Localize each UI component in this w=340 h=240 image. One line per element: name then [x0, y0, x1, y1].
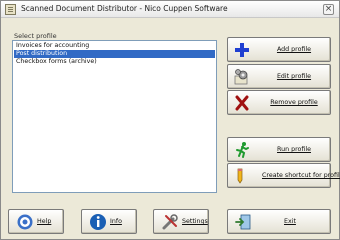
- settings-button[interactable]: Settings: [153, 209, 209, 234]
- list-item[interactable]: Checkbox forms (archive): [14, 58, 215, 66]
- create-shortcut-button[interactable]: Create shortcut for profile: [227, 163, 340, 188]
- edit-profile-label: Edit profile: [276, 73, 312, 80]
- info-button[interactable]: Info: [81, 209, 137, 234]
- x-icon: [235, 95, 249, 111]
- application-window: Scanned Document Distributor - Nico Cupp…: [0, 0, 340, 240]
- info-label: Info: [110, 218, 122, 225]
- remove-profile-button[interactable]: Remove profile: [227, 90, 331, 115]
- title-bar[interactable]: Scanned Document Distributor - Nico Cupp…: [1, 1, 339, 18]
- settings-label: Settings: [182, 218, 208, 225]
- run-profile-button[interactable]: Run profile: [227, 137, 331, 162]
- info-icon: [90, 214, 106, 230]
- profile-list[interactable]: Invoices for accounting Post distributio…: [12, 40, 217, 193]
- settings-icon: [162, 214, 178, 230]
- edit-gear-icon: [234, 69, 248, 85]
- window-title: Scanned Document Distributor - Nico Cupp…: [21, 4, 228, 13]
- list-item[interactable]: Invoices for accounting: [14, 42, 215, 50]
- close-button[interactable]: ×: [323, 4, 334, 15]
- exit-label: Exit: [284, 218, 296, 225]
- app-icon: [5, 4, 16, 15]
- add-profile-label: Add profile: [276, 46, 312, 53]
- create-shortcut-label: Create shortcut for profile: [262, 172, 340, 179]
- edit-profile-button[interactable]: Edit profile: [227, 64, 331, 89]
- exit-door-icon: [235, 214, 251, 230]
- exit-button[interactable]: Exit: [227, 209, 331, 234]
- run-profile-label: Run profile: [277, 146, 311, 153]
- remove-profile-label: Remove profile: [270, 99, 318, 106]
- plus-icon: [235, 43, 249, 57]
- pencil-icon: [237, 168, 243, 184]
- help-button[interactable]: Help: [8, 209, 64, 234]
- list-item-selected[interactable]: Post distribution: [14, 50, 215, 58]
- help-icon: [17, 214, 33, 230]
- help-label: Help: [37, 218, 52, 225]
- add-profile-button[interactable]: Add profile: [227, 37, 331, 62]
- profile-list-label: Select profile: [14, 32, 57, 40]
- running-man-icon: [236, 142, 249, 158]
